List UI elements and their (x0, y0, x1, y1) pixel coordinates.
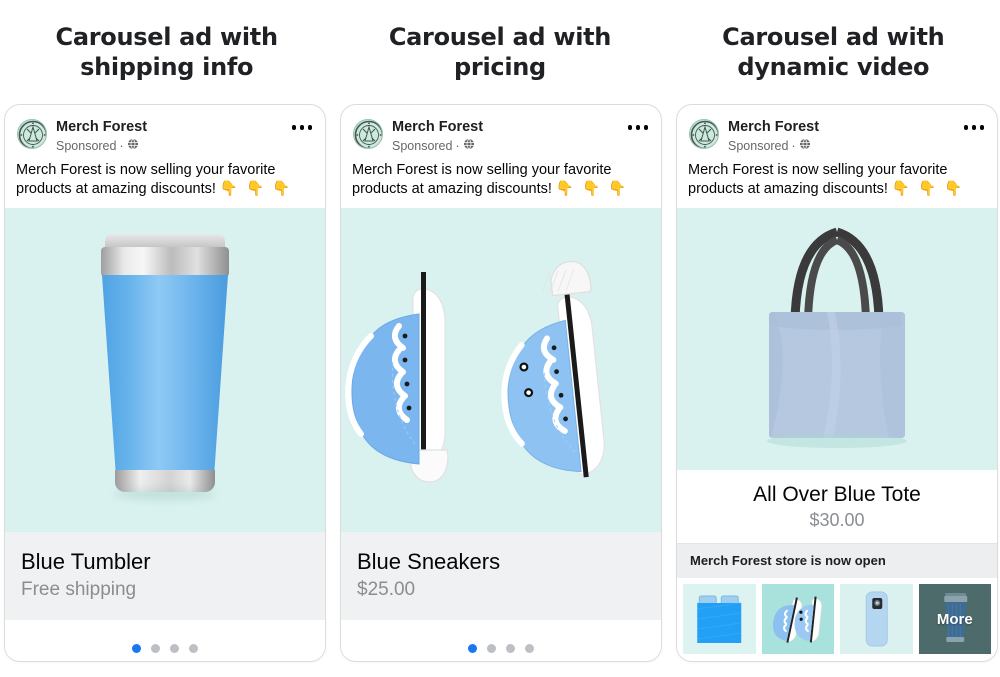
product-subtitle: Free shipping (21, 579, 137, 600)
product-info[interactable]: Blue Tumbler Free shipping (5, 532, 325, 620)
thumbnail-more-label: More (936, 610, 973, 628)
column-heading-3: Carousel ad with dynamic video (667, 0, 1000, 82)
advertiser-name[interactable]: Merch Forest (728, 119, 819, 136)
screenshot-root: Carousel ad with shipping info Carousel … (0, 0, 1000, 677)
advertiser-block: Merch Forest Sponsored · (56, 119, 147, 154)
ad-body-emoji: 👇 👇 👇 (891, 181, 965, 197)
thumbnail-more[interactable]: More (918, 584, 991, 654)
sponsored-label: Sponsored (56, 138, 117, 153)
column-heading-2: Carousel ad with pricing (333, 0, 666, 82)
product-title: Blue Sneakers (357, 549, 501, 574)
product-thumbnail-strip: More (677, 578, 997, 661)
carousel-dot-2[interactable] (151, 643, 160, 653)
advertiser-block: Merch Forest Sponsored · (392, 119, 483, 154)
thumbnail-bedding-set[interactable] (683, 584, 756, 654)
ad-card-shipping-info[interactable]: Merch Forest Sponsored · Merch Forest is… (4, 104, 326, 662)
thumbnail-sneakers[interactable] (761, 584, 834, 654)
carousel-dot-2[interactable] (487, 643, 496, 653)
ad-body-text: Merch Forest is now selling your favorit… (341, 154, 661, 208)
carousel-dot-4[interactable] (189, 643, 198, 653)
ad-header: Merch Forest Sponsored · (5, 105, 325, 154)
phone-case-icon (865, 591, 888, 647)
sponsored-label: Sponsored (728, 138, 789, 153)
more-options-icon[interactable] (291, 125, 312, 130)
globe-icon (462, 138, 475, 154)
product-media-tote[interactable] (677, 208, 997, 470)
advertiser-avatar[interactable] (17, 119, 47, 149)
ad-header: Merch Forest Sponsored · (677, 105, 997, 154)
column-heading-1: Carousel ad with shipping info (0, 0, 333, 82)
tumbler-body (102, 275, 228, 475)
sponsored-row: Sponsored · (56, 138, 147, 154)
tumbler-collar (101, 247, 229, 277)
product-info[interactable]: Blue Sneakers $25.00 (341, 532, 661, 620)
product-media-tumbler[interactable] (5, 208, 325, 532)
tumbler-shadow (114, 488, 216, 500)
carousel-dot-3[interactable] (506, 643, 515, 653)
store-announcement-bar[interactable]: Merch Forest store is now open (677, 543, 997, 578)
sponsored-row: Sponsored · (728, 138, 819, 154)
globe-icon (798, 138, 811, 154)
globe-icon (126, 138, 139, 154)
column-heading-2-text: Carousel ad with pricing (388, 23, 612, 81)
column-heading-3-text: Carousel ad with dynamic video (722, 23, 945, 81)
advertiser-avatar[interactable] (689, 119, 719, 149)
sneakers-icon (772, 596, 822, 643)
carousel-dots (341, 620, 661, 660)
thumbnail-phone-case[interactable] (840, 584, 913, 654)
column-heading-1-text: Carousel ad with shipping info (55, 23, 279, 81)
advertiser-block: Merch Forest Sponsored · (728, 119, 819, 154)
carousel-dot-3[interactable] (170, 643, 179, 653)
carousel-dots (5, 620, 325, 660)
advertiser-avatar[interactable] (353, 119, 383, 149)
ad-body-text: Merch Forest is now selling your favorit… (677, 154, 997, 208)
product-media-sneakers[interactable] (341, 208, 661, 532)
advertiser-name[interactable]: Merch Forest (392, 119, 483, 136)
ad-body-emoji: 👇 👇 👇 (555, 181, 629, 197)
product-title: Blue Tumbler (21, 549, 151, 574)
ad-card-dynamic-video[interactable]: Merch Forest Sponsored · Merch Forest is… (676, 104, 998, 662)
sponsored-row: Sponsored · (392, 138, 483, 154)
carousel-dot-4[interactable] (525, 643, 534, 653)
carousel-dot-1[interactable] (468, 643, 477, 653)
more-options-icon[interactable] (627, 125, 648, 130)
bedding-set-icon (697, 595, 742, 643)
advertiser-name[interactable]: Merch Forest (56, 119, 147, 136)
separator-dot: · (455, 138, 460, 153)
more-options-icon[interactable] (963, 125, 984, 130)
ad-header: Merch Forest Sponsored · (341, 105, 661, 154)
tumbler-illustration (100, 234, 230, 502)
ad-body-emoji: 👇 👇 👇 (219, 181, 293, 197)
product-subtitle: $30.00 (809, 510, 865, 530)
separator-dot: · (119, 138, 124, 153)
product-subtitle: $25.00 (357, 579, 416, 600)
product-title: All Over Blue Tote (753, 483, 921, 506)
product-info[interactable]: All Over Blue Tote $30.00 (677, 470, 997, 543)
sponsored-label: Sponsored (392, 138, 453, 153)
ad-card-pricing[interactable]: Merch Forest Sponsored · Merch Forest is… (340, 104, 662, 662)
separator-dot: · (791, 138, 796, 153)
column-headings: Carousel ad with shipping info Carousel … (0, 0, 1000, 82)
sneakers-illustration (345, 260, 605, 483)
store-announcement-text: Merch Forest store is now open (690, 553, 886, 568)
ad-body-text: Merch Forest is now selling your favorit… (5, 154, 325, 208)
carousel-dot-1[interactable] (132, 643, 141, 653)
tote-illustration (767, 227, 907, 448)
